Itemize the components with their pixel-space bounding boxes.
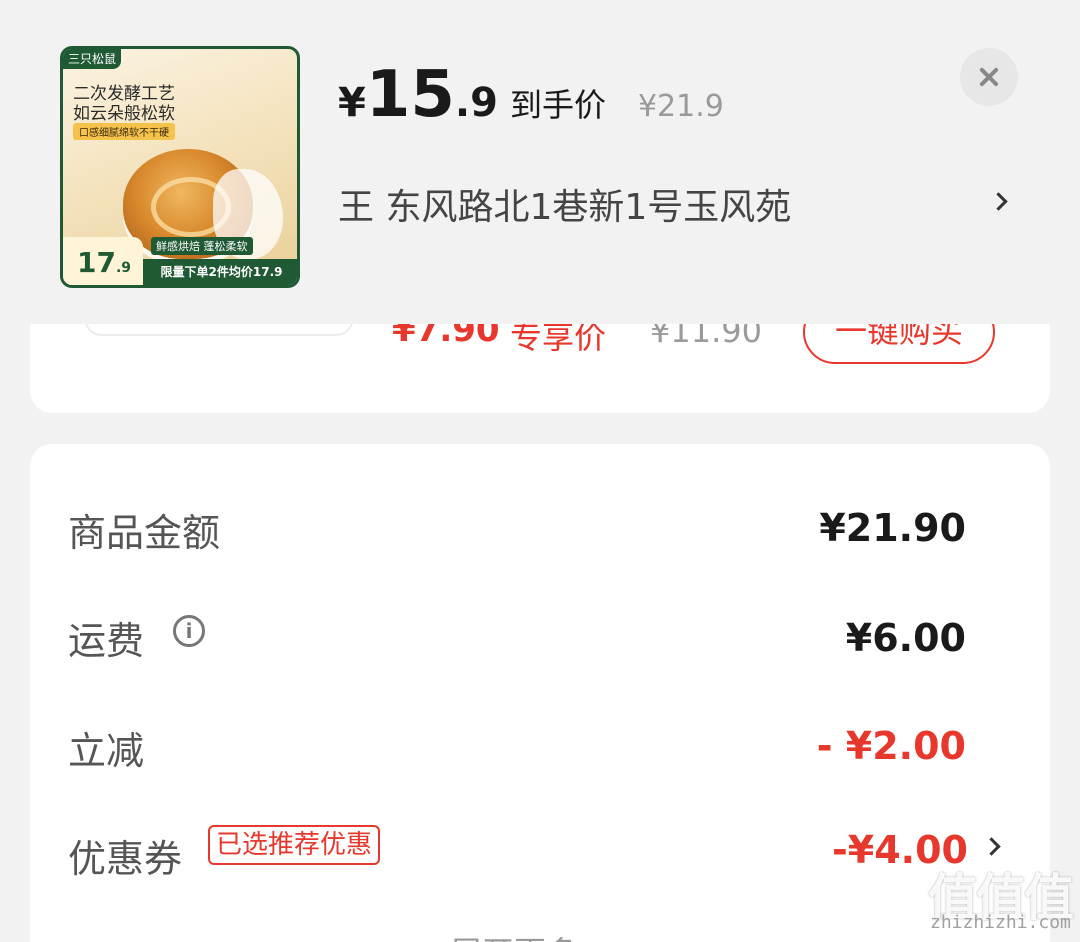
final-price: ¥15.9 到手价 ¥21.9 (338, 58, 724, 132)
image-price: 17.9 (77, 246, 132, 279)
address-text: 王 东风路北1巷新1号玉风苑 (338, 187, 792, 228)
order-confirm-sheet: 商品金额 ¥21.90 运费 i ¥6.00 立减 - ¥2.00 优惠券 已选… (0, 0, 1080, 942)
instant-discount-value: - ¥2.00 (816, 724, 966, 768)
info-icon[interactable]: i (173, 615, 205, 647)
original-price: ¥21.9 (637, 89, 724, 124)
coupon-label: 优惠券 (68, 837, 183, 881)
image-price-box: 17.9 (63, 237, 143, 285)
image-tagline: 口感细腻绵软不干硬 (73, 123, 175, 140)
chevron-right-icon[interactable] (982, 837, 1001, 856)
product-header: 三只松鼠 二次发酵工艺 如云朵般松软 口感细腻绵软不干硬 17.9 鲜感烘焙 蓬… (0, 0, 1080, 324)
expand-more-button[interactable]: 展开更多 (450, 928, 578, 942)
image-headline-2: 如云朵般松软 (73, 104, 175, 124)
delivery-address[interactable]: 王 东风路北1巷新1号玉风苑 (338, 172, 1018, 232)
brand-logo: 三只松鼠 (63, 49, 121, 69)
close-icon[interactable] (960, 48, 1018, 106)
order-summary-card: 商品金额 ¥21.90 运费 i ¥6.00 立减 - ¥2.00 优惠券 已选… (30, 444, 1050, 942)
shipping-fee-label: 运费 (68, 619, 145, 663)
instant-discount-label: 立减 (68, 729, 145, 773)
goods-amount-value: ¥21.90 (819, 506, 966, 550)
watermark-url: zhizhizhi.com (930, 912, 1071, 933)
price-symbol: ¥ (338, 80, 366, 126)
product-image: 三只松鼠 二次发酵工艺 如云朵般松软 口感细腻绵软不干硬 17.9 鲜感烘焙 蓬… (60, 46, 300, 288)
image-chip: 鲜感烘焙 蓬松柔软 (151, 237, 253, 255)
price-integer: 15 (365, 58, 455, 132)
price-label: 到手价 (509, 86, 606, 124)
price-decimal: .9 (454, 80, 498, 126)
goods-amount-label: 商品金额 (68, 511, 221, 555)
image-promo-banner: 限量下单2件均价17.9 (143, 259, 297, 285)
coupon-recommended-tag[interactable]: 已选推荐优惠 (208, 825, 381, 865)
shipping-fee-value: ¥6.00 (845, 616, 966, 660)
